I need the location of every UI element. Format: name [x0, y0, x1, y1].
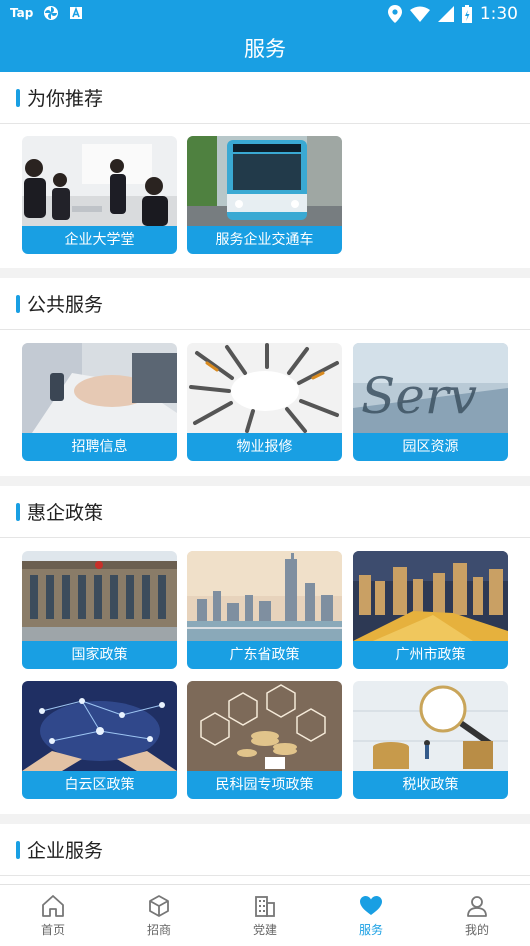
bottom-nav: 首页 招商 党建 服务 我的: [0, 884, 530, 946]
tile-enterprise-university[interactable]: 企业大学堂: [22, 136, 177, 254]
finance-chart-image: [187, 681, 342, 771]
svg-text:Serv: Serv: [361, 367, 477, 425]
status-right: 1:30: [387, 4, 518, 24]
section-header: 为你推荐: [0, 72, 530, 124]
heart-icon: [360, 896, 382, 915]
person-icon: [467, 896, 487, 917]
section-accent-bar: [16, 503, 20, 521]
tile-property-repair[interactable]: 物业报修: [187, 343, 342, 461]
tile-label: 服务企业交通车: [187, 226, 342, 254]
service-image: Serv: [353, 343, 508, 433]
section-accent-bar: [16, 841, 20, 859]
tile-guangdong-policy[interactable]: 广东省政策: [187, 551, 342, 669]
tile-label: 物业报修: [187, 433, 342, 461]
nav-label: 党建: [252, 923, 277, 937]
tile-label: 国家政策: [22, 641, 177, 669]
location-icon: [387, 5, 402, 23]
coins-magnifier-image: [353, 681, 508, 771]
tile-label: 税收政策: [353, 771, 508, 799]
tap-app-icon: Tap: [10, 6, 34, 20]
nav-item-mine[interactable]: 我的: [424, 885, 530, 946]
section-header: 企业服务: [0, 824, 530, 876]
nav-item-investment[interactable]: 招商: [106, 885, 212, 946]
tile-baiyun-policy[interactable]: 白云区政策: [22, 681, 177, 799]
app-root: Tap 1:30 服务 为你推荐 企业大学堂 服务企业交通车 公共服务 招聘信息…: [0, 0, 530, 946]
section-public-services: 公共服务 招聘信息 物业报修 Serv 园区资源: [0, 278, 530, 476]
tile-label: 白云区政策: [22, 771, 177, 799]
page-title: 服务: [244, 37, 286, 61]
section-enterprise-services: 企业服务: [0, 824, 530, 884]
nav-item-services[interactable]: 服务: [318, 885, 424, 946]
tile-tax-policy[interactable]: 税收政策: [353, 681, 508, 799]
cube-icon: [149, 895, 169, 917]
section-title-public: 公共服务: [27, 294, 104, 316]
section-title-recommended: 为你推荐: [27, 88, 104, 110]
nav-item-home[interactable]: 首页: [0, 885, 106, 946]
section-accent-bar: [16, 295, 20, 313]
tile-recruitment[interactable]: 招聘信息: [22, 343, 177, 461]
pinwheel-icon: [44, 6, 59, 20]
battery-icon: [461, 5, 472, 23]
section-header: 公共服务: [0, 278, 530, 330]
tile-label: 民科园专项政策: [187, 771, 342, 799]
city-skyline-image: [187, 551, 342, 641]
tile-label: 广州市政策: [353, 641, 508, 669]
section-header: 惠企政策: [0, 486, 530, 538]
nav-item-party-building[interactable]: 党建: [212, 885, 318, 946]
great-hall-image: [22, 551, 177, 641]
nav-label: 首页: [40, 923, 65, 937]
tile-label: 招聘信息: [22, 433, 177, 461]
content-scroll[interactable]: 为你推荐 企业大学堂 服务企业交通车 公共服务 招聘信息 物业报修 Serv 园…: [0, 72, 530, 884]
nav-label: 服务: [358, 923, 383, 937]
clock-time: 1:30: [479, 4, 518, 24]
night-city-image: [353, 551, 508, 641]
tile-park-resources[interactable]: Serv 园区资源: [353, 343, 508, 461]
status-bar: Tap 1:30: [0, 0, 530, 28]
section-accent-bar: [16, 89, 20, 107]
a-box-icon: [70, 6, 83, 19]
tile-minke-park-policy[interactable]: 民科园专项政策: [187, 681, 342, 799]
signal-icon: [437, 6, 454, 22]
tile-label: 广东省政策: [187, 641, 342, 669]
title-bar: 服务: [0, 28, 530, 72]
section-policies: 惠企政策 国家政策 广东省政策 广州市政策 白云区政策 民科园专项政策 税收政策: [0, 486, 530, 814]
tile-label: 企业大学堂: [22, 226, 177, 254]
bus-image: [187, 136, 342, 226]
network-image: [22, 681, 177, 771]
tile-shuttle-bus[interactable]: 服务企业交通车: [187, 136, 342, 254]
wifi-icon: [409, 6, 430, 22]
status-left: Tap: [10, 5, 83, 21]
section-title-enterprise: 企业服务: [27, 840, 104, 862]
tools-image: [187, 343, 342, 433]
recruitment-image: [22, 343, 177, 433]
nav-label: 我的: [464, 923, 489, 937]
tile-label: 园区资源: [353, 433, 508, 461]
tile-national-policy[interactable]: 国家政策: [22, 551, 177, 669]
section-title-policies: 惠企政策: [27, 502, 104, 524]
building-icon: [255, 896, 275, 917]
tile-guangzhou-policy[interactable]: 广州市政策: [353, 551, 508, 669]
home-icon: [42, 895, 64, 917]
classroom-image: [22, 136, 177, 226]
nav-label: 招商: [146, 923, 171, 937]
section-recommended: 为你推荐 企业大学堂 服务企业交通车: [0, 72, 530, 268]
